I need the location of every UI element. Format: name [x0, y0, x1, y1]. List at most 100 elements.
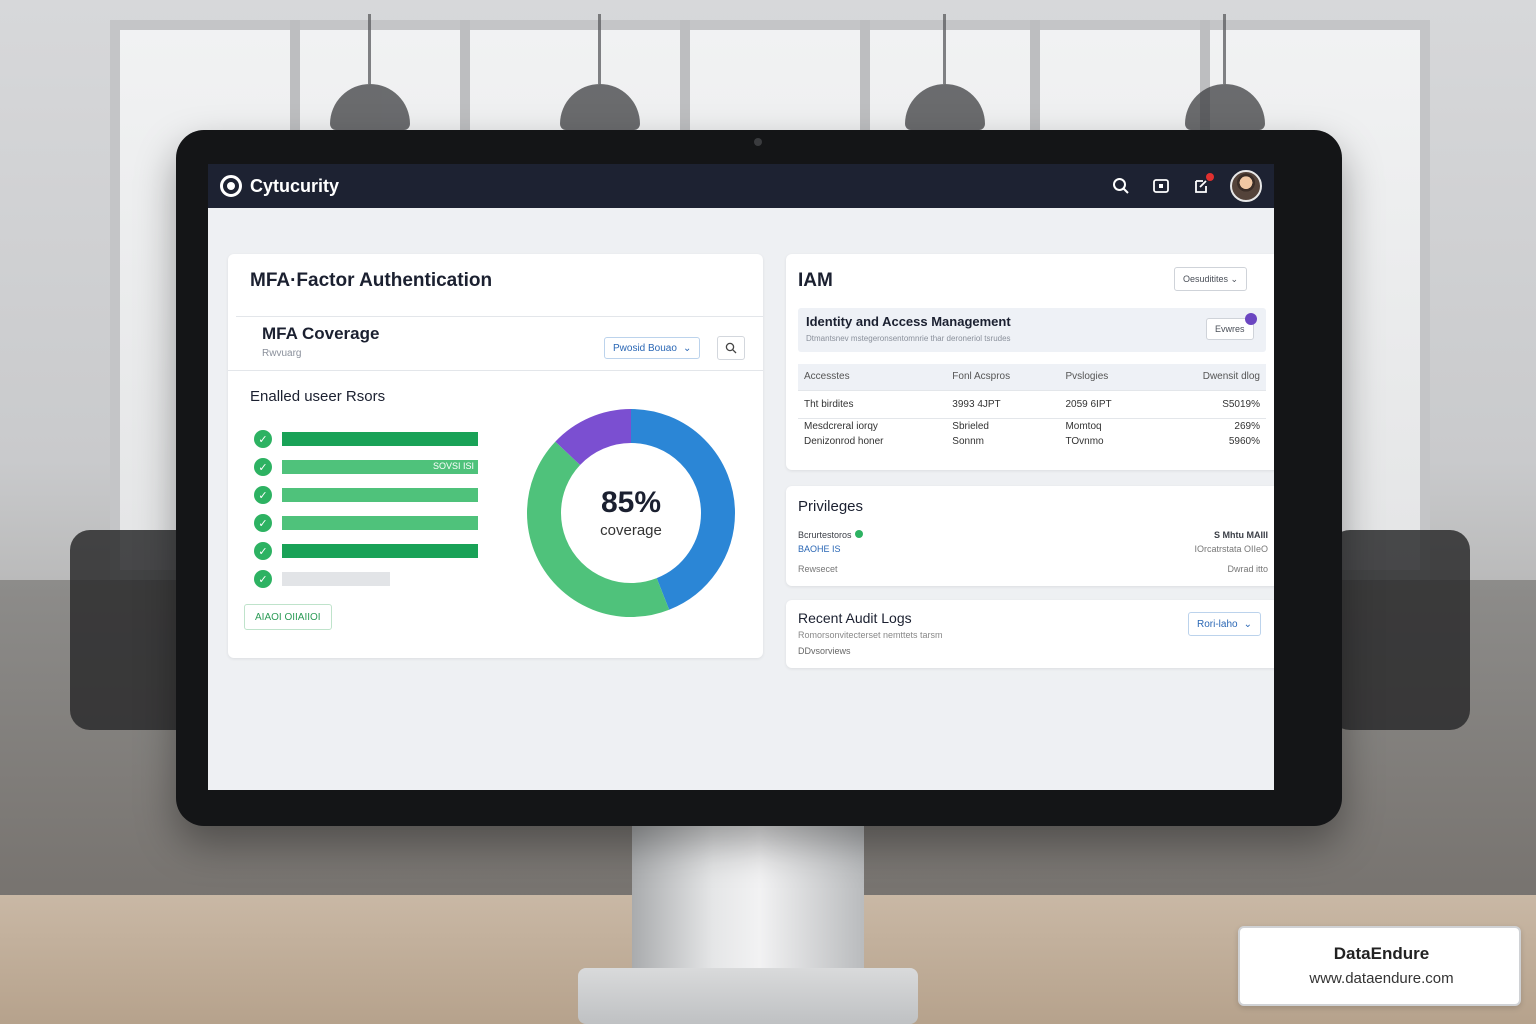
iam-card-title: IAM	[798, 270, 833, 291]
banner-button-label: Evwres	[1215, 324, 1245, 334]
table-cell: 3993 4JPT	[946, 389, 1060, 418]
privileges-note: Rewsecet	[798, 564, 838, 574]
monitor-stand	[632, 820, 864, 980]
mfa-card: MFA·Factor Authentication MFA Coverage R…	[228, 254, 763, 658]
check-icon: ✓	[254, 542, 272, 560]
user-bar-fill	[282, 544, 478, 558]
privileges-stat: S Mhtu MAIII	[1214, 530, 1268, 540]
filter-select-label: Pwosid Bouao	[613, 342, 677, 354]
brand[interactable]: Cytucurity	[220, 175, 339, 197]
table-cell-text: Sonnm	[952, 435, 984, 447]
monitor-base	[578, 968, 918, 1024]
search-button[interactable]	[717, 336, 745, 360]
iam-options-button[interactable]: Oesuditites ⌄	[1174, 267, 1248, 291]
audit-range-label: Rori-laho	[1197, 618, 1238, 630]
table-cell-text: 2059 6IPT	[1065, 398, 1112, 410]
user-bar: SOVSI ISI	[282, 460, 478, 474]
table-header: Fonl Acspros	[946, 364, 1060, 390]
banner-button[interactable]: Evwres	[1206, 313, 1257, 340]
table-cell-text: Momtoq	[1065, 420, 1102, 432]
user-bar-text: SOVSI ISI	[432, 461, 474, 471]
filter-select[interactable]: Pwosid Bouao ⌄	[604, 337, 701, 359]
mfa-card-title: MFA·Factor Authentication	[250, 270, 493, 291]
window-icon[interactable]	[1150, 175, 1172, 197]
banner-title: Identity and Access Management	[806, 314, 1011, 329]
audit-range-select[interactable]: Rori-laho ⌄	[1188, 612, 1261, 636]
badge-dot	[1244, 313, 1257, 325]
table-cell-text: 269%	[1234, 420, 1260, 432]
user-bar	[282, 432, 478, 446]
table-cell-text: Tht birdites	[804, 398, 854, 410]
brand-name: Cytucurity	[250, 175, 340, 196]
audit-title: Recent Audit Logs	[798, 610, 912, 626]
user-bar	[282, 572, 478, 586]
check-icon: ✓	[254, 458, 272, 476]
table-row[interactable]: Tht birdites 3993 4JPT 2059 6IPT S5019%	[798, 389, 1266, 418]
webcam	[754, 138, 762, 146]
privileges-stat-note: Dwrad itto	[1227, 564, 1268, 574]
user-bar-fill	[282, 488, 478, 502]
iam-table: Accesstes Fonl Acspros Pvslogies Dwensit…	[798, 364, 1266, 449]
user-bar	[282, 516, 478, 530]
table-cell: S5019%	[1153, 389, 1266, 418]
audit-description: Romorsonvitecterset nemttets tarsm	[798, 630, 943, 640]
table-cell-text: Mesdcreral iorqy	[804, 420, 878, 432]
user-bar-row: ✓	[254, 542, 478, 560]
watermark-badge: DataEndure www.dataendure.com	[1238, 926, 1521, 1006]
privileges-item-label: Bcrurtestoros	[798, 530, 852, 540]
table-cell: Momtoq TOvnmo	[1059, 417, 1154, 449]
user-bar	[282, 488, 478, 502]
chevron-down-icon: ⌄	[682, 342, 692, 354]
table-cell: 269% 5960%	[1153, 417, 1266, 449]
table-cell: 2059 6IPT	[1059, 389, 1154, 418]
privileges-card: Privileges Bcrurtestoros BAOHE IS Rewsec…	[786, 486, 1274, 586]
watermark-url: www.dataendure.com	[1309, 970, 1454, 987]
status-dot	[854, 530, 863, 538]
user-bar-row: ✓	[254, 570, 478, 588]
app-topbar: Cytucurity	[208, 164, 1274, 208]
table-row[interactable]: Mesdcreral iorqy Denizonrod honer Sbrieled…	[798, 417, 1266, 449]
table-cell-text: Denizonrod honer	[804, 435, 884, 447]
table-header: Dwensit dlog	[1153, 364, 1266, 390]
search-icon[interactable]	[1110, 175, 1132, 197]
enabled-users-label: Enalled useer Rsors	[250, 388, 386, 405]
donut-percent: 85%	[600, 486, 662, 519]
privileges-title: Privileges	[798, 498, 864, 515]
privileges-stat-desc: IOrcatrstata OIIeO	[1194, 544, 1268, 554]
table-cell: Sbrieled Sonnm	[946, 417, 1060, 449]
chevron-down-icon: ⌄	[1243, 618, 1252, 630]
coverage-title: MFA Coverage	[262, 324, 380, 343]
audit-link[interactable]: DDvsorviews	[798, 646, 851, 656]
user-bar-row: ✓	[254, 514, 478, 532]
topbar-actions	[1110, 170, 1262, 202]
user-bar	[282, 544, 478, 558]
privileges-item: Bcrurtestoros	[798, 530, 863, 540]
user-bar-row: ✓	[254, 486, 478, 504]
notification-dot	[1206, 173, 1214, 181]
table-header: Accesstes	[798, 364, 947, 390]
table-header: Pvslogies	[1059, 364, 1154, 390]
search-icon	[725, 342, 737, 354]
check-icon: ✓	[254, 514, 272, 532]
table-cell-text: S5019%	[1222, 398, 1260, 410]
iam-card: IAM Oesuditites ⌄ Identity and Access Ma…	[786, 254, 1274, 470]
iam-banner: Identity and Access Management Dtmantsne…	[798, 308, 1266, 352]
mfa-action-button[interactable]: AIAOI OIIAIIOI	[244, 604, 332, 630]
shield-logo-icon	[220, 175, 242, 197]
screen: Cytucurity MFA·Factor Authentication MFA…	[208, 164, 1274, 790]
donut-caption: coverage	[600, 522, 662, 539]
notification-icon[interactable]	[1190, 173, 1214, 197]
coverage-subtitle: Rwvuarg	[262, 348, 302, 359]
table-cell-text: Sbrieled	[952, 420, 989, 432]
check-icon: ✓	[254, 570, 272, 588]
privileges-link[interactable]: BAOHE IS	[798, 544, 841, 554]
user-bar-row: ✓	[254, 430, 478, 448]
banner-description: Dtmantsnev mstegeronsentomnrie thar dero…	[806, 334, 1011, 343]
office-chair	[1330, 530, 1470, 730]
user-bar-fill	[282, 516, 478, 530]
check-icon: ✓	[254, 430, 272, 448]
avatar[interactable]	[1230, 170, 1262, 202]
check-icon: ✓	[254, 486, 272, 504]
table-cell: Mesdcreral iorqy Denizonrod honer	[798, 417, 947, 449]
watermark-name: DataEndure	[1333, 944, 1430, 963]
